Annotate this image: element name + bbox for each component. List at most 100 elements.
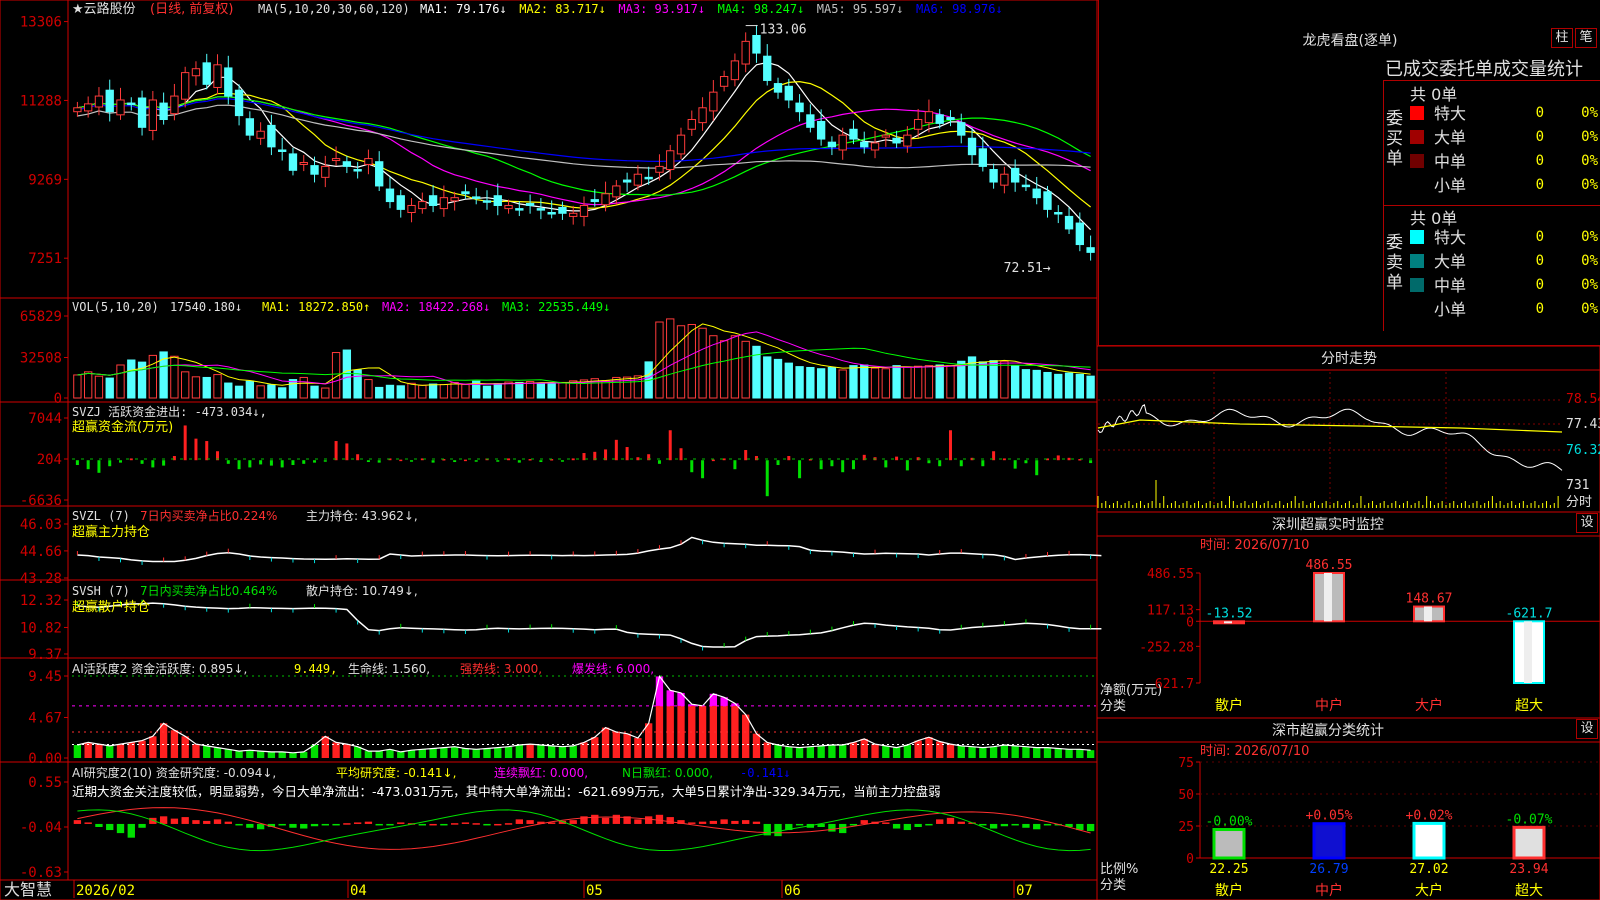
research-neg-bar <box>795 823 804 826</box>
candle-down <box>935 114 944 124</box>
sell-small-value: 0 <box>1535 301 1544 317</box>
bar-view-button[interactable]: 柱 <box>1551 28 1573 48</box>
inflow-bar <box>948 430 952 461</box>
activity-bar <box>1065 749 1073 758</box>
volume-bar <box>752 345 761 399</box>
svsh-tick-label: 10.82 <box>20 620 62 636</box>
low-annotation: 72.51→ <box>1004 261 1051 276</box>
volume-bar <box>375 386 384 399</box>
activity-bar <box>785 746 793 758</box>
activity-bar <box>1011 745 1019 758</box>
volume-bar <box>234 385 244 399</box>
activity-bar <box>925 737 933 758</box>
classify-category-label: 散户 <box>1215 882 1243 899</box>
candle-down <box>288 153 298 171</box>
classify-bar <box>1312 822 1346 860</box>
volume-bar <box>784 362 793 399</box>
row-label: 小单 <box>1434 300 1467 319</box>
inflow-bar <box>356 454 360 461</box>
research-pos-bar <box>591 814 599 824</box>
ai2-header-c: 连续飘红: 0.000, <box>494 765 588 780</box>
outflow-bar <box>927 460 931 464</box>
buy-row-large: 大单 <box>1410 127 1466 149</box>
research-pos-bar <box>461 822 470 824</box>
research-pos-bar <box>946 817 955 824</box>
buy-medium-value: 0 <box>1535 153 1544 169</box>
activity-bar <box>526 744 534 758</box>
volume-bar <box>525 381 535 399</box>
sell-row-super: 特大 <box>1410 227 1466 249</box>
candle-up <box>116 99 125 116</box>
x-axis-label: 07 <box>1016 883 1033 899</box>
inflow-bar <box>1056 455 1060 461</box>
activity-bar <box>95 744 103 758</box>
ai1-tick-label: 4.67 <box>28 710 62 726</box>
monitor-value-label: -621.7 <box>1506 606 1553 621</box>
svzl-tick-label: 44.66 <box>20 544 62 560</box>
research-pos-bar <box>429 823 437 826</box>
activity-bar <box>634 738 642 758</box>
research-neg-bar <box>774 823 782 837</box>
volume-bar <box>385 384 395 399</box>
volume-bar <box>666 318 675 399</box>
volume-bar <box>493 383 502 399</box>
buy-orders-label: 委买单 <box>1386 109 1403 169</box>
stock-name: ★云路股份 <box>72 1 136 17</box>
volume-bar <box>601 380 610 399</box>
sell-small-pct: 0% <box>1581 301 1598 317</box>
monitor-settings-button[interactable]: 设 <box>1576 513 1598 533</box>
outflow-bar <box>776 460 780 466</box>
pen-view-button[interactable]: 笔 <box>1575 28 1597 48</box>
research-pos-bar <box>73 820 82 824</box>
candle-up <box>450 197 459 202</box>
classify-value-label: 22.25 <box>1209 862 1248 877</box>
svsh-header-a: SVSH (7) <box>72 584 130 598</box>
research-pos-bar <box>213 819 222 824</box>
inflow-bar <box>399 459 403 462</box>
research-neg-bar <box>127 823 135 838</box>
activity-bar <box>979 747 987 758</box>
monitor-bar-highlight <box>1424 606 1432 622</box>
activity-bar <box>364 751 373 758</box>
volume-bar <box>957 360 966 399</box>
inflow-bar <box>129 458 133 461</box>
volume-bar <box>504 381 513 399</box>
research-neg-bar <box>289 823 297 828</box>
buy-small-pct: 0% <box>1581 177 1598 193</box>
outflow-bar <box>259 460 263 465</box>
activity-bar <box>1033 747 1041 758</box>
row-label: 大单 <box>1434 128 1467 147</box>
volume-bar <box>1064 372 1074 399</box>
classify-bar <box>1212 828 1246 860</box>
candle-down <box>763 55 772 81</box>
ai1-header-b: 9.449, <box>294 662 337 676</box>
outflow-bar <box>690 460 694 473</box>
research-pos-bar <box>612 814 621 824</box>
classify-tick-label: 25 <box>1178 820 1194 835</box>
inflow-bar <box>636 457 640 461</box>
research-pos-bar <box>569 820 577 824</box>
svzj-subtitle: 超赢资金流(万元) <box>72 419 173 435</box>
activity-bar <box>343 744 351 758</box>
outflow-bar <box>291 460 295 466</box>
volume-bar <box>806 366 815 399</box>
svzj-header: SVZJ 活跃资金进出: -473.034↓, <box>72 404 267 419</box>
inflow-bar <box>571 458 575 461</box>
candle-down <box>967 137 977 156</box>
volume-bar <box>730 335 740 399</box>
order-stats-subtitle: 已成交委托单成交量统计 <box>1385 59 1583 80</box>
activity-bar <box>817 745 825 758</box>
candle-up <box>299 161 308 165</box>
classify-settings-button[interactable]: 设 <box>1576 719 1598 739</box>
volume-bar <box>924 365 934 399</box>
candle-down <box>558 206 567 214</box>
ma4-value: MA4: 98.247↓ <box>718 2 805 16</box>
activity-bar <box>246 750 254 758</box>
sell-row-large: 大单 <box>1410 251 1466 273</box>
volume-bar <box>407 382 416 399</box>
activity-bar <box>106 745 114 758</box>
research-neg-bar <box>332 823 340 826</box>
classify-value-label: 23.94 <box>1509 862 1548 877</box>
svsh-line <box>77 602 1102 648</box>
research-pos-bar <box>504 823 513 825</box>
